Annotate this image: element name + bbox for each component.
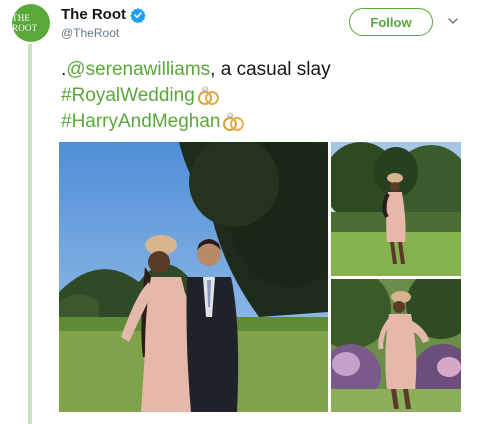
avatar[interactable]: THE ROOT xyxy=(12,4,50,42)
tweet-header: THE ROOT The Root @TheRoot Follow xyxy=(0,0,483,44)
mention-link[interactable]: @serenawilliams xyxy=(66,57,210,83)
text-after-mention: , a casual slay xyxy=(210,59,331,80)
photo-couple-garden[interactable] xyxy=(59,142,328,412)
photo-standing-garden[interactable] xyxy=(331,142,461,276)
thread-line xyxy=(28,44,32,424)
tweet-line-2: #RoyalWedding xyxy=(61,83,331,109)
follow-button[interactable]: Follow xyxy=(349,8,433,36)
user-handle[interactable]: @TheRoot xyxy=(61,26,119,40)
tweet-text: . @serenawilliams, a casual slay #RoyalWe… xyxy=(61,57,331,135)
tweet-line-1: . @serenawilliams, a casual slay xyxy=(61,57,331,83)
hashtag-link-royalwedding[interactable]: #RoyalWedding xyxy=(61,83,195,109)
rings-icon xyxy=(197,86,219,105)
chevron-down-icon[interactable] xyxy=(447,15,459,27)
hashtag-link-harryandmeghan[interactable]: #HarryAndMeghan xyxy=(61,109,220,135)
media-grid xyxy=(59,142,461,412)
tweet-line-3: #HarryAndMeghan xyxy=(61,109,331,135)
avatar-logo-text: THE ROOT xyxy=(12,13,38,33)
display-name[interactable]: The Root xyxy=(61,6,126,23)
name-row: The Root xyxy=(61,6,146,23)
rings-icon xyxy=(223,112,245,131)
verified-badge-icon xyxy=(130,7,146,23)
photo-posing-garden[interactable] xyxy=(331,279,461,412)
